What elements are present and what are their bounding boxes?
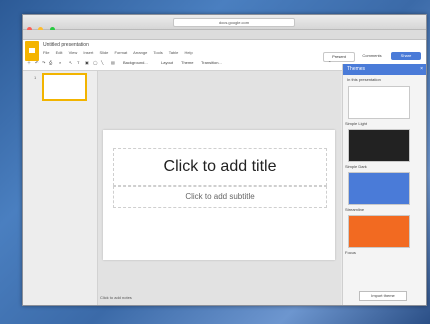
theme-simple-light[interactable] — [348, 86, 410, 119]
theme-streamline[interactable] — [348, 172, 410, 205]
browser-title-bar: docs.google.com — [23, 15, 426, 32]
menu-bar: File Edit View Insert Slide Format Arran… — [43, 50, 198, 55]
share-label: Share — [400, 53, 412, 58]
document-title[interactable]: Untitled presentation — [43, 42, 89, 48]
menu-view[interactable]: View — [69, 50, 78, 55]
menu-arrange[interactable]: Arrange — [133, 50, 147, 55]
comments-button[interactable]: Comments — [357, 52, 387, 60]
collapse-toolbar-icon[interactable]: ⌃ — [328, 57, 331, 69]
menu-table[interactable]: Table — [169, 50, 179, 55]
theme-label: Simple Light — [345, 121, 368, 126]
zoom-icon[interactable]: ⌕ — [59, 57, 61, 69]
slide-canvas: Click to add title Click to add subtitle… — [98, 71, 341, 305]
toolbar: ＋ ↶ ↷ ⎙ ⌕ ↖ T ▣ ◯ ╲ ▤ Background... Layo… — [23, 57, 341, 69]
line-icon[interactable]: ╲ — [101, 57, 103, 69]
import-theme-button[interactable]: Import theme — [359, 291, 407, 301]
select-icon[interactable]: ↖ — [69, 57, 72, 69]
comments-label: Comments — [362, 53, 382, 58]
close-icon[interactable]: × — [420, 64, 423, 75]
theme-simple-dark[interactable] — [348, 129, 410, 162]
new-slide-icon[interactable]: ＋ — [27, 57, 31, 69]
menu-format[interactable]: Format — [115, 50, 128, 55]
browser-window: docs.google.com Untitled presentation Fi… — [22, 14, 427, 306]
menu-edit[interactable]: Edit — [56, 50, 63, 55]
print-icon[interactable]: ⎙ — [49, 57, 52, 69]
themes-panel-title: Themes — [347, 66, 366, 72]
menu-insert[interactable]: Insert — [83, 50, 93, 55]
theme-focus[interactable] — [348, 215, 410, 248]
menu-slide[interactable]: Slide — [99, 50, 108, 55]
theme-button[interactable]: Theme — [181, 57, 193, 69]
comment-icon[interactable]: ▤ — [111, 57, 115, 69]
themes-panel-subtitle: In this presentation — [347, 77, 381, 82]
menu-file[interactable]: File — [43, 50, 49, 55]
theme-label: Simple Dark — [345, 164, 367, 169]
subtitle-placeholder[interactable]: Click to add subtitle — [113, 186, 327, 208]
themes-panel: Themes × In this presentation Simple Lig… — [342, 64, 426, 305]
slide[interactable]: Click to add title Click to add subtitle — [103, 130, 335, 260]
share-button[interactable]: Share — [391, 52, 421, 60]
image-icon[interactable]: ▣ — [85, 57, 89, 69]
slide-thumbnail[interactable] — [42, 73, 87, 101]
text-box-icon[interactable]: T — [77, 57, 79, 69]
theme-label: Streamline — [345, 207, 365, 212]
redo-icon[interactable]: ↷ — [42, 57, 45, 69]
address-bar[interactable]: docs.google.com — [173, 18, 295, 27]
undo-icon[interactable]: ↶ — [35, 57, 38, 69]
themes-panel-header: Themes × — [343, 64, 426, 75]
shape-icon[interactable]: ◯ — [93, 57, 97, 69]
menu-tools[interactable]: Tools — [153, 50, 162, 55]
title-placeholder[interactable]: Click to add title — [113, 148, 327, 186]
transition-button[interactable]: Transition... — [201, 57, 222, 69]
menu-help[interactable]: Help — [184, 50, 192, 55]
slide-filmstrip: 1 — [23, 71, 98, 305]
speaker-notes[interactable]: Click to add notes — [98, 291, 343, 305]
bookmarks-bar — [23, 30, 426, 40]
theme-label: Focus — [345, 250, 356, 255]
layout-button[interactable]: Layout — [161, 57, 173, 69]
background-button[interactable]: Background... — [123, 57, 148, 69]
slide-number: 1 — [34, 75, 37, 80]
